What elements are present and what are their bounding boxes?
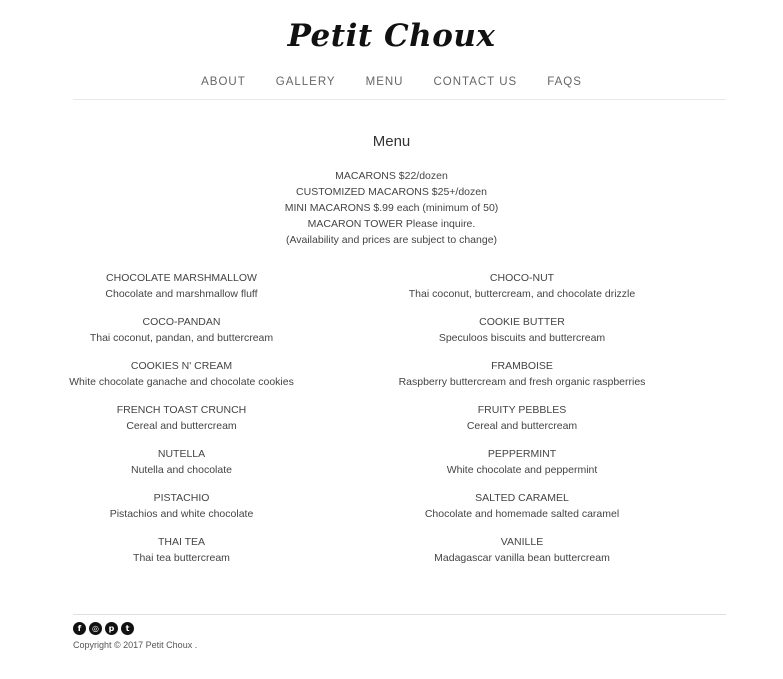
flavor-item: FRENCH TOAST CRUNCH Cereal and buttercre… [0, 402, 368, 446]
flavor-description: Cereal and buttercream [126, 420, 237, 432]
flavor-name: PISTACHIO [153, 492, 210, 504]
instagram-icon[interactable]: ◎ [89, 622, 102, 635]
flavor-description: Chocolate and homemade salted caramel [424, 508, 620, 520]
flavor-name: COOKIE BUTTER [479, 316, 565, 328]
flavor-name: SALTED CARAMEL [475, 492, 569, 504]
flavor-name: NUTELLA [157, 448, 206, 460]
pinterest-icon[interactable]: p [105, 622, 118, 635]
flavor-description: Thai coconut, pandan, and buttercream [89, 332, 274, 344]
nav-faqs[interactable]: FAQS [547, 76, 582, 88]
flavor-item: FRAMBOISE Raspberry buttercream and fres… [382, 358, 662, 402]
flavor-name: FRAMBOISE [491, 360, 553, 372]
price-line: MINI MACARONS $.99 each (minimum of 50) [284, 202, 499, 214]
price-line: MACARON TOWER Please inquire. [307, 218, 476, 230]
flavor-name: COCO-PANDAN [142, 316, 221, 328]
flavor-item: NUTELLA Nutella and chocolate [0, 446, 368, 490]
flavor-name: PEPPERMINT [487, 448, 557, 460]
flavor-description: White chocolate ganache and chocolate co… [69, 376, 294, 388]
flavor-description: Chocolate and marshmallow fluff [105, 288, 258, 300]
price-line: MACARONS $22/dozen [335, 170, 448, 182]
price-note: (Availability and prices are subject to … [285, 234, 498, 246]
flavor-description: Thai tea buttercream [133, 552, 230, 564]
main-nav: ABOUT GALLERY MENU CONTACT US FAQS [0, 76, 783, 88]
social-links: f ◎ p t [73, 622, 134, 635]
flavor-item: CHOCO-NUT Thai coconut, buttercream, and… [382, 270, 662, 314]
footer-divider [73, 614, 726, 615]
twitter-icon[interactable]: t [121, 622, 134, 635]
page-title: Menu [372, 133, 411, 150]
flavor-description: Speculoos biscuits and buttercream [438, 332, 606, 344]
price-line: CUSTOMIZED MACARONS $25+/dozen [296, 186, 487, 198]
flavor-item: VANILLE Madagascar vanilla bean buttercr… [382, 534, 662, 578]
nav-contact-us[interactable]: CONTACT US [433, 76, 517, 88]
flavor-description: Thai coconut, buttercream, and chocolate… [408, 288, 636, 300]
flavor-name: COOKIES N' CREAM [130, 360, 233, 372]
price-list: MACARONS $22/dozen CUSTOMIZED MACARONS $… [0, 168, 783, 248]
flavor-item: COOKIES N' CREAM White chocolate ganache… [0, 358, 368, 402]
nav-about[interactable]: ABOUT [201, 76, 246, 88]
header-divider [73, 99, 726, 100]
flavor-description: Pistachios and white chocolate [109, 508, 254, 520]
flavor-item: COOKIE BUTTER Speculoos biscuits and but… [382, 314, 662, 358]
flavor-item: PEPPERMINT White chocolate and peppermin… [382, 446, 662, 490]
flavor-name: VANILLE [500, 536, 544, 548]
flavor-name: FRENCH TOAST CRUNCH [116, 404, 247, 416]
flavor-name: CHOCO-NUT [489, 272, 555, 284]
flavor-description: Madagascar vanilla bean buttercream [434, 552, 610, 564]
site-logo[interactable]: Petit Choux [0, 18, 783, 54]
flavor-item: THAI TEA Thai tea buttercream [0, 534, 368, 578]
nav-menu[interactable]: MENU [366, 76, 404, 88]
flavor-description: White chocolate and peppermint [446, 464, 598, 476]
flavor-item: CHOCOLATE MARSHMALLOW Chocolate and mars… [0, 270, 368, 314]
nav-gallery[interactable]: GALLERY [276, 76, 336, 88]
flavor-item: SALTED CARAMEL Chocolate and homemade sa… [382, 490, 662, 534]
flavor-name: FRUITY PEBBLES [477, 404, 567, 416]
flavor-name: THAI TEA [157, 536, 206, 548]
flavor-grid: CHOCOLATE MARSHMALLOW Chocolate and mars… [69, 270, 726, 578]
flavor-item: COCO-PANDAN Thai coconut, pandan, and bu… [0, 314, 368, 358]
flavor-description: Nutella and chocolate [131, 464, 232, 476]
flavor-item: PISTACHIO Pistachios and white chocolate [0, 490, 368, 534]
flavor-name: CHOCOLATE MARSHMALLOW [106, 272, 257, 284]
copyright-text: Copyright © 2017 Petit Choux . [73, 640, 198, 650]
flavor-description: Raspberry buttercream and fresh organic … [398, 376, 646, 388]
flavor-item: FRUITY PEBBLES Cereal and buttercream [382, 402, 662, 446]
flavor-description: Cereal and buttercream [466, 420, 578, 432]
facebook-icon[interactable]: f [73, 622, 86, 635]
